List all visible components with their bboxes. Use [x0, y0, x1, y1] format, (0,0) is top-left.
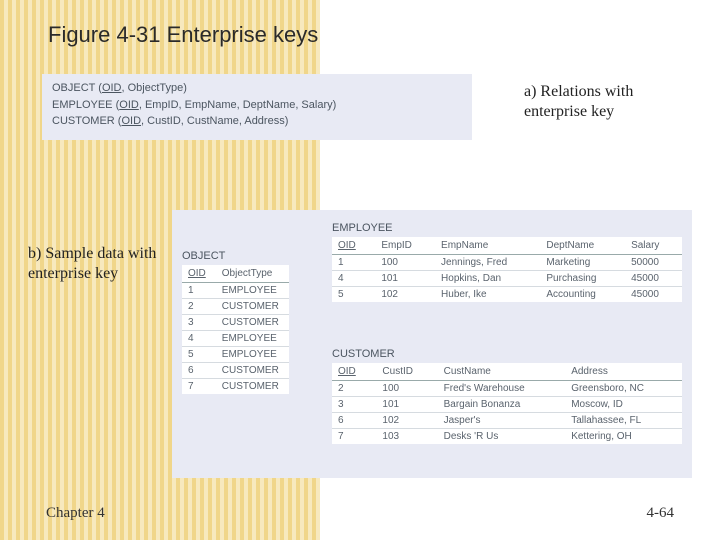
table-row: 7103Desks 'R UsKettering, OH: [332, 429, 682, 445]
table-row: 3101Bargain BonanzaMoscow, ID: [332, 397, 682, 413]
table-row: 5102Huber, IkeAccounting45000: [332, 287, 682, 303]
table-row: 2CUSTOMER: [182, 299, 289, 315]
employee-table: OID EmpID EmpName DeptName Salary 1100Je…: [332, 237, 682, 302]
footer-page-number: 4-64: [647, 505, 675, 522]
table-row: 6CUSTOMER: [182, 363, 289, 379]
table-row: 5EMPLOYEE: [182, 347, 289, 363]
table-header-row: OID EmpID EmpName DeptName Salary: [332, 237, 682, 255]
table-header-row: OID CustID CustName Address: [332, 363, 682, 381]
employee-table-name: EMPLOYEE: [332, 222, 682, 234]
object-table-wrap: OBJECT OID ObjectType 1EMPLOYEE 2CUSTOME…: [182, 250, 289, 394]
customer-table-name: CUSTOMER: [332, 348, 682, 360]
relations-panel: OBJECT (OID, ObjectType) EMPLOYEE (OID, …: [42, 74, 472, 140]
customer-table: OID CustID CustName Address 2100Fred's W…: [332, 363, 682, 444]
caption-a: a) Relations with enterprise key: [524, 82, 684, 122]
relation-employee: EMPLOYEE (OID, EmpID, EmpName, DeptName,…: [52, 97, 462, 114]
table-row: 2100Fred's WarehouseGreensboro, NC: [332, 381, 682, 397]
object-table: OID ObjectType 1EMPLOYEE 2CUSTOMER 3CUST…: [182, 265, 289, 394]
table-header-row: OID ObjectType: [182, 265, 289, 283]
caption-b: b) Sample data with enterprise key: [28, 244, 158, 284]
figure-title: Figure 4-31 Enterprise keys: [48, 22, 318, 48]
table-row: 1EMPLOYEE: [182, 283, 289, 299]
table-row: 4EMPLOYEE: [182, 331, 289, 347]
table-row: 4101Hopkins, DanPurchasing45000: [332, 271, 682, 287]
table-row: 7CUSTOMER: [182, 379, 289, 395]
table-row: 1100Jennings, FredMarketing50000: [332, 255, 682, 271]
relation-customer: CUSTOMER (OID, CustID, CustName, Address…: [52, 113, 462, 130]
customer-table-wrap: CUSTOMER OID CustID CustName Address 210…: [332, 348, 682, 444]
sample-data-panel: OBJECT OID ObjectType 1EMPLOYEE 2CUSTOME…: [172, 210, 692, 478]
relation-object: OBJECT (OID, ObjectType): [52, 80, 462, 97]
table-row: 6102Jasper'sTallahassee, FL: [332, 413, 682, 429]
employee-table-wrap: EMPLOYEE OID EmpID EmpName DeptName Sala…: [332, 222, 682, 302]
table-row: 3CUSTOMER: [182, 315, 289, 331]
footer-chapter: Chapter 4: [46, 505, 105, 522]
object-table-name: OBJECT: [182, 250, 289, 262]
